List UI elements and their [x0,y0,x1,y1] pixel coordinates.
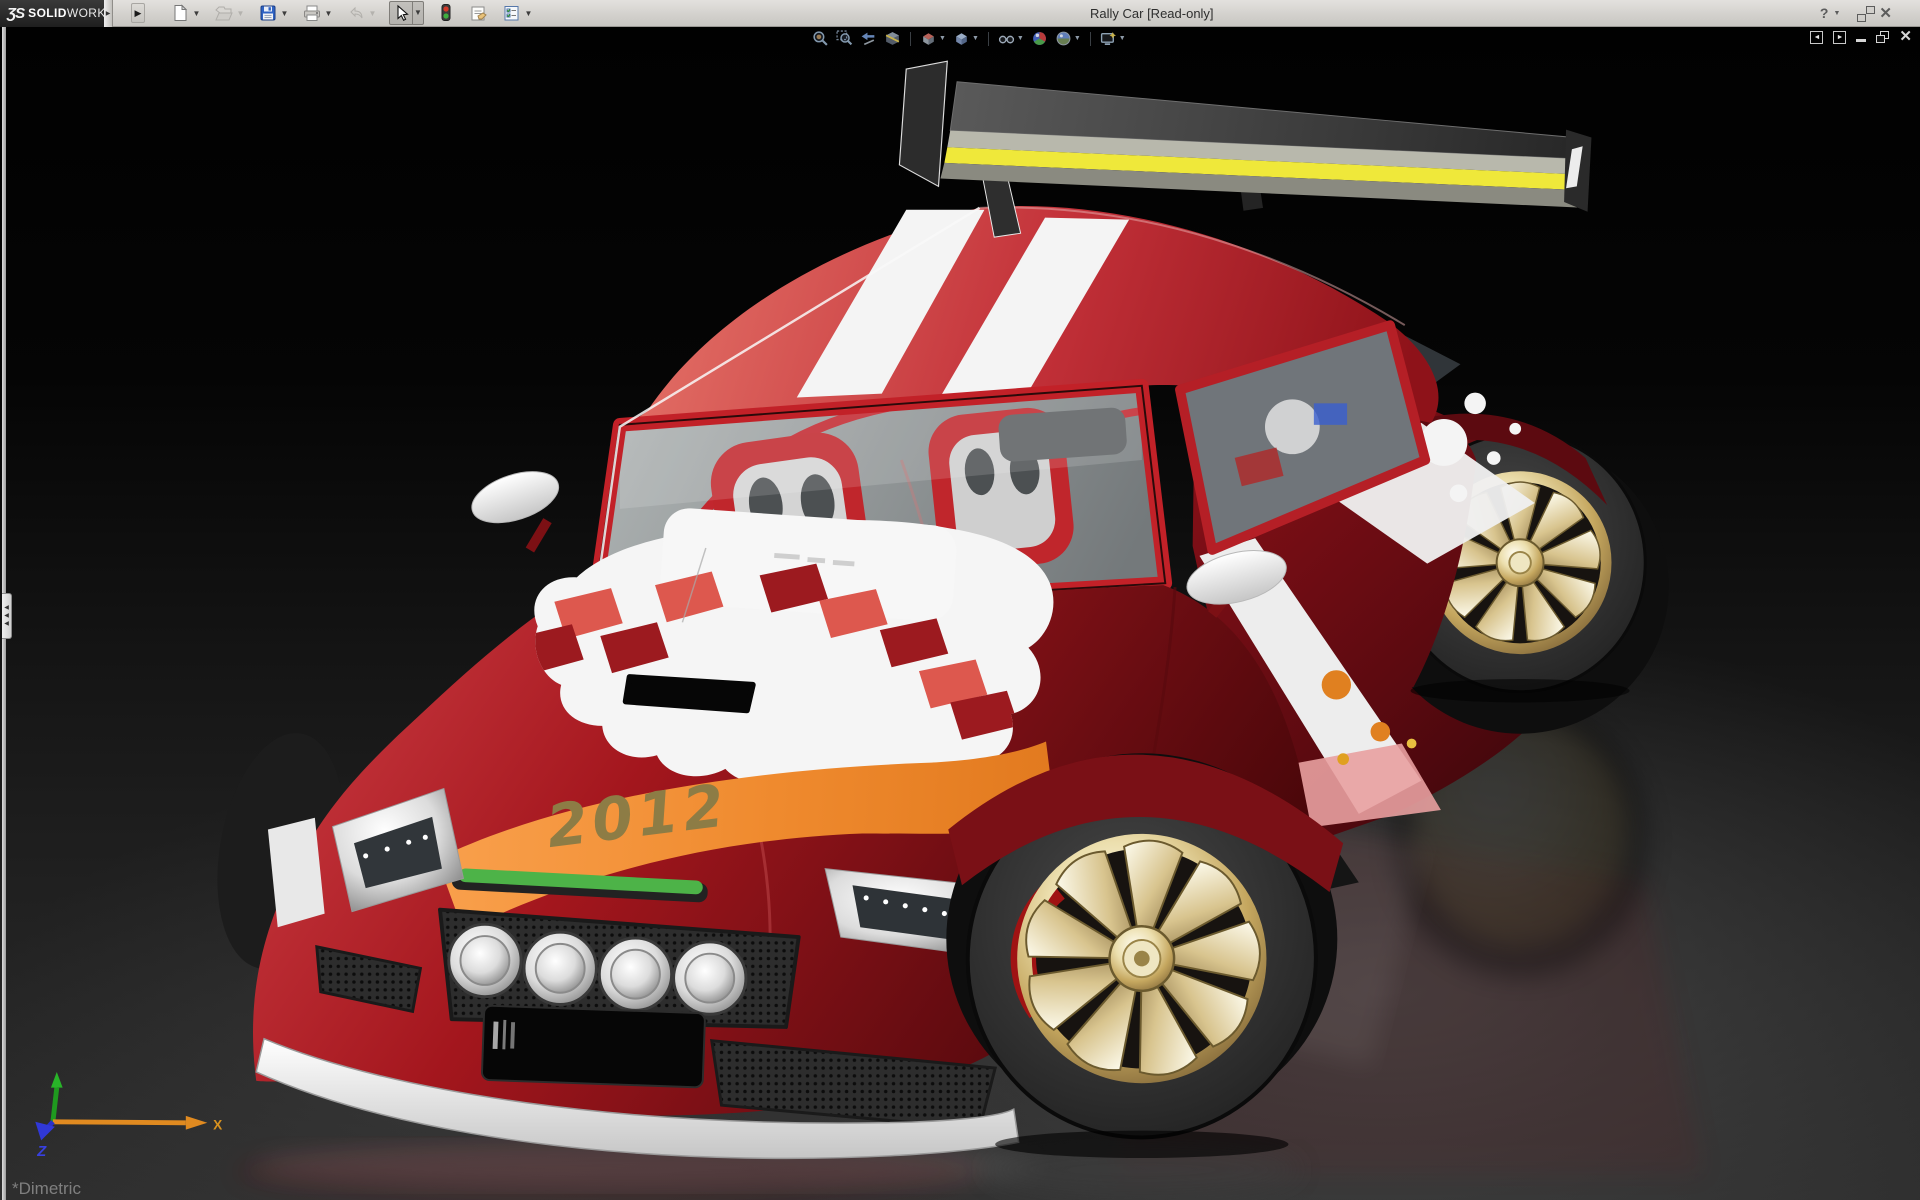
file-properties-icon [468,2,490,24]
dropdown-arrow-icon[interactable]: ▼ [523,9,534,18]
close-button[interactable]: ✕ [1879,0,1892,27]
zoom-to-area-icon [836,30,853,47]
zoom-to-fit-button[interactable] [810,29,831,48]
menu-expand-tab[interactable]: ▶ [104,0,113,27]
triad-x-label: X [213,1118,222,1133]
options-checklist-icon [501,2,523,24]
save-button[interactable]: ▼ [257,1,290,25]
edit-appearance-icon [1031,30,1048,47]
zoom-to-fit-icon [812,30,829,47]
menu-flyout-button[interactable]: ▶ [131,3,145,23]
collapse-left-button[interactable]: ◄ [1810,31,1823,44]
dropdown-arrow-icon: ▼ [235,9,246,18]
new-document-button[interactable]: ▼ [169,1,202,25]
file-properties-button[interactable] [468,1,490,25]
doc-restore-button[interactable] [1876,31,1889,43]
chevron-left-icon: ◀ [4,613,9,619]
brand-name: SOLIDWORKS [28,6,114,20]
display-style-icon [953,30,970,47]
print-icon [301,2,323,24]
rear-spoiler[interactable] [899,61,1591,237]
view-settings-button[interactable]: ▼ [1098,29,1128,48]
left-side-mirror[interactable] [466,462,565,550]
edit-appearance-button[interactable] [1029,29,1050,48]
undo-button[interactable]: ▼ [345,1,378,25]
chevron-left-icon: ◀ [4,605,9,611]
open-button[interactable]: ▼ [213,1,246,25]
view-orientation-icon [920,30,937,47]
hide-show-items-button[interactable]: ▼ [996,29,1026,48]
doc-minimize-button[interactable] [1856,39,1866,42]
open-icon [213,2,235,24]
help-button[interactable]: ? [1820,0,1829,27]
dropdown-arrow-icon[interactable]: ▼ [972,35,979,42]
help-dropdown-arrow-icon[interactable]: ▼ [1833,0,1840,27]
titlebar-window-controls: ? ▼ ✕ [1820,0,1892,27]
reference-triad: X Z [35,1072,222,1160]
chevron-left-icon: ◀ [4,621,9,627]
triad-z-label: Z [36,1144,47,1160]
document-window-controls: ◄ ► ✕ [1810,30,1912,44]
chevron-left-icon: ◄ [1813,34,1820,41]
feature-manager-expand-handle[interactable]: ◀ ◀ ◀ [2,593,12,639]
chevron-right-icon: ▶ [135,8,142,19]
apply-scene-icon [1055,30,1072,47]
dropdown-arrow-icon[interactable]: ▼ [1074,35,1081,42]
apply-scene-button[interactable]: ▼ [1053,29,1083,48]
standard-toolbar: ▼ ▼ ▼ ▼ ▼ ▼ [169,0,543,27]
hood-vent [626,677,753,710]
undo-icon [345,2,367,24]
dropdown-arrow-icon: ▼ [367,9,378,18]
dropdown-arrow-icon[interactable]: ▼ [279,9,290,18]
view-settings-icon [1100,30,1117,47]
dropdown-arrow-icon[interactable]: ▼ [412,2,423,24]
zoom-to-area-button[interactable] [834,29,855,48]
select-tool-button[interactable]: ▼ [389,1,424,25]
rebuild-button[interactable] [435,1,457,25]
dropdown-arrow-icon[interactable]: ▼ [323,9,334,18]
print-button[interactable]: ▼ [301,1,334,25]
collapse-right-button[interactable]: ► [1833,31,1846,44]
section-view-button[interactable] [882,29,903,48]
new-document-icon [169,2,191,24]
titlebar: ƷS SOLIDWORKS ▶ ▶ ▼ ▼ ▼ ▼ [0,0,1920,27]
3d-scene-canvas[interactable]: 2012 [0,27,1920,1200]
dropdown-arrow-icon[interactable]: ▼ [939,35,946,42]
chevron-right-icon: ▶ [106,10,111,17]
license-plate [482,1006,705,1088]
view-orientation-button[interactable]: ▼ [918,29,948,48]
options-button[interactable]: ▼ [501,1,534,25]
brand-glyph: ƷS [7,5,24,22]
dropdown-arrow-icon[interactable]: ▼ [1119,35,1126,42]
view-orientation-label: *Dimetric [12,1179,81,1199]
hide-show-items-icon [998,30,1015,47]
save-icon [257,2,279,24]
doc-close-button[interactable]: ✕ [1899,30,1912,44]
select-cursor-icon [390,2,412,24]
graphics-viewport[interactable]: 2012 [0,27,1920,1200]
dropdown-arrow-icon[interactable]: ▼ [191,9,202,18]
display-style-button[interactable]: ▼ [951,29,981,48]
solidworks-logo[interactable]: ƷS SOLIDWORKS [0,0,104,27]
heads-up-view-toolbar: ▼ ▼ ▼ ▼ ▼ [810,29,1128,48]
section-view-icon [884,30,901,47]
window-title: Rally Car [Read-only] [1090,6,1214,21]
previous-view-button[interactable] [858,29,879,48]
chevron-right-icon: ► [1836,34,1843,41]
previous-view-icon [860,30,877,47]
rebuild-traffic-light-icon [435,2,457,24]
dropdown-arrow-icon[interactable]: ▼ [1017,35,1024,42]
